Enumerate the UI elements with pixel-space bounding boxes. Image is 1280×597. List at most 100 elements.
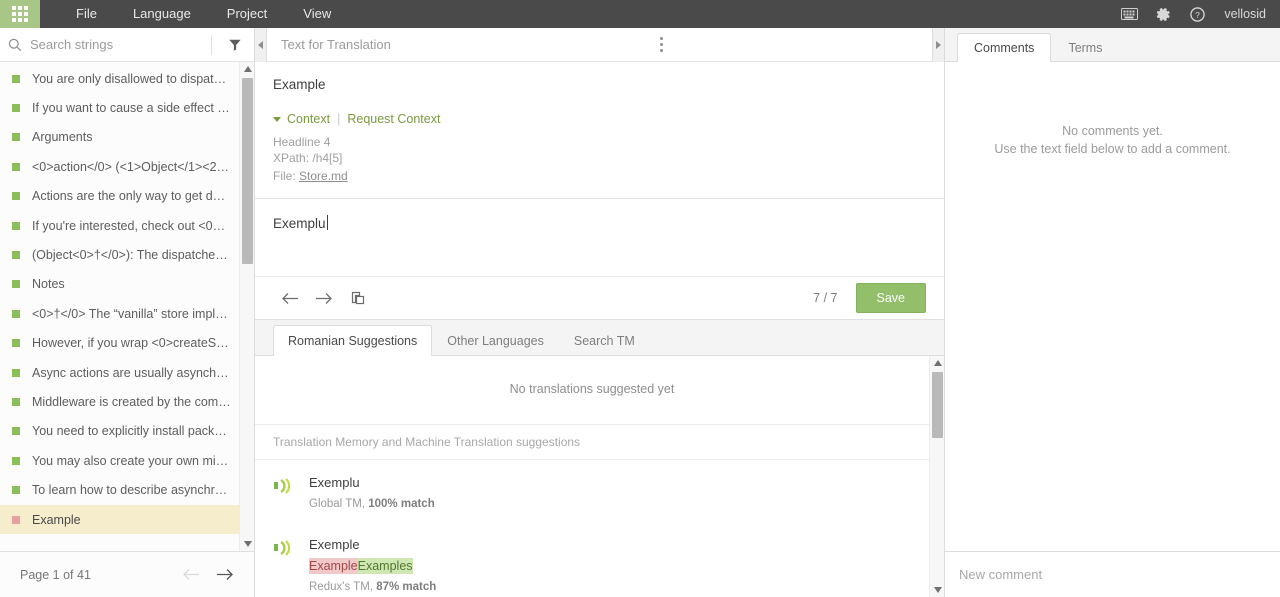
list-item-label: Actions are the only way to get data ...	[32, 189, 232, 204]
list-item-label: Notes	[32, 277, 65, 292]
status-dot-icon	[12, 280, 20, 289]
collapse-left-icon[interactable]	[255, 27, 267, 62]
filter-funnel-icon[interactable]	[216, 28, 254, 62]
comments-panel: Comments Terms No comments yet. Use the …	[945, 28, 1280, 597]
tm-match-label: 100% match	[368, 498, 435, 510]
tab-romanian-suggestions[interactable]: Romanian Suggestions	[273, 325, 433, 356]
tab-other-languages[interactable]: Other Languages	[432, 325, 559, 356]
prev-page-button[interactable]	[182, 568, 200, 581]
status-dot-icon	[12, 162, 20, 171]
gear-icon[interactable]	[1146, 0, 1180, 28]
list-item[interactable]: You need to explicitly install packag...	[0, 417, 254, 446]
no-suggestions-message: No translations suggested yet	[255, 356, 929, 425]
help-icon[interactable]: ?	[1180, 0, 1214, 28]
list-item-label: (Object<0>†</0>): The dispatched ac...	[32, 248, 232, 263]
app-body: You are only disallowed to dispatch i...…	[0, 27, 1280, 597]
list-item[interactable]: To learn how to describe asynchron...	[0, 475, 254, 504]
tab-comments[interactable]: Comments	[957, 33, 1052, 62]
search-input[interactable]	[30, 37, 207, 52]
page-label: Page 1 of 41	[20, 567, 91, 582]
tm-suggestion-item[interactable]: Exemplu Global TM, 100% match	[255, 460, 929, 522]
tab-terms[interactable]: Terms	[1051, 33, 1119, 62]
apps-grid-icon[interactable]	[0, 0, 40, 28]
collapse-right-icon[interactable]	[931, 27, 944, 62]
tab-search-tm[interactable]: Search TM	[559, 325, 650, 356]
list-item[interactable]: Arguments	[0, 123, 254, 152]
tm-suggestion-meta: Redux's TM, 87% match	[309, 581, 911, 593]
tm-suggestion-text: Exemple	[309, 537, 360, 552]
caret-down-icon[interactable]	[273, 116, 281, 122]
tm-diff-inserted: Examples	[357, 558, 413, 574]
context-file-row: File: Store.md	[273, 168, 926, 184]
menu-item-file[interactable]: File	[58, 0, 115, 28]
target-translation-area[interactable]: Exemplu	[255, 198, 944, 276]
list-item-label: Middleware is created by the comm...	[32, 394, 232, 409]
sidebar-scrollbar[interactable]	[239, 62, 254, 551]
scroll-up-icon[interactable]	[240, 62, 254, 76]
toolbar-divider	[211, 34, 212, 55]
scroll-down-icon[interactable]	[930, 583, 944, 597]
comments-empty-line2: Use the text field below to add a commen…	[994, 142, 1231, 156]
editor-toolbar: 7 / 7 Save	[255, 276, 944, 320]
status-dot-icon	[12, 251, 20, 260]
sidebar-scroll-thumb[interactable]	[242, 78, 253, 264]
translation-input[interactable]: Exemplu	[273, 216, 326, 231]
status-dot-icon	[12, 192, 20, 201]
list-item[interactable]: Middleware is created by the comm...	[0, 387, 254, 416]
copy-source-icon[interactable]	[341, 282, 375, 314]
page-title: Text for Translation	[281, 37, 391, 52]
strings-list-inner: You are only disallowed to dispatch i...…	[0, 62, 254, 535]
source-section: Example Context | Request Context Headli…	[255, 62, 944, 184]
list-item-label: <0>†</0> The “vanilla” store implem...	[32, 306, 232, 321]
list-item[interactable]: If you want to cause a side effect in r.…	[0, 93, 254, 122]
kebab-menu-icon[interactable]	[647, 28, 675, 62]
status-dot-icon	[12, 221, 20, 230]
tm-diff-deleted: Example	[309, 558, 358, 574]
next-string-button[interactable]	[307, 282, 341, 314]
username-label[interactable]: vellosid	[1224, 7, 1266, 21]
list-item[interactable]: Notes	[0, 270, 254, 299]
context-file-link[interactable]: Store.md	[299, 169, 348, 183]
list-item[interactable]: If you're interested, check out <0>Fl...	[0, 211, 254, 240]
list-item[interactable]: However, if you wrap <0>createStor...	[0, 329, 254, 358]
keyboard-icon[interactable]	[1112, 0, 1146, 28]
tm-wave-icon	[273, 474, 309, 510]
suggestions-scroll-thumb[interactable]	[932, 372, 943, 438]
scroll-up-icon[interactable]	[930, 356, 944, 370]
scroll-down-icon[interactable]	[240, 537, 254, 551]
list-item[interactable]: You are only disallowed to dispatch i...	[0, 64, 254, 93]
menu-item-language[interactable]: Language	[115, 0, 209, 28]
strings-list[interactable]: You are only disallowed to dispatch i...…	[0, 62, 254, 551]
list-item[interactable]: <0>†</0> The “vanilla” store implem...	[0, 299, 254, 328]
tm-section-header: Translation Memory and Machine Translati…	[255, 425, 929, 460]
main-menu: File Language Project View	[58, 0, 349, 28]
new-comment-input[interactable]	[959, 567, 1266, 582]
status-dot-icon	[12, 397, 20, 406]
list-item[interactable]: <0>action</0> (<1>Object</1><2>†<...	[0, 152, 254, 181]
pagination-arrows	[182, 568, 234, 581]
list-item[interactable]: Async actions are usually asynchron...	[0, 358, 254, 387]
context-metadata: Headline 4 XPath: /h4[5] File: Store.md	[273, 134, 926, 184]
tm-wave-icon	[273, 536, 309, 593]
request-context-link[interactable]: Request Context	[347, 112, 440, 126]
list-item-label: You are only disallowed to dispatch i...	[32, 71, 232, 86]
context-toggle-link[interactable]: Context	[287, 112, 330, 126]
list-item-label: <0>action</0> (<1>Object</1><2>†<...	[32, 159, 232, 174]
menu-item-project[interactable]: Project	[209, 0, 285, 28]
tm-suggestion-item[interactable]: Exemple ExampleExamples Redux's TM, 87% …	[255, 522, 929, 597]
text-cursor	[326, 215, 328, 230]
next-page-button[interactable]	[216, 568, 234, 581]
suggestions-scrollbar[interactable]	[929, 356, 944, 597]
tm-suggestion-meta: Global TM, 100% match	[309, 498, 911, 510]
list-item[interactable]: Actions are the only way to get data ...	[0, 182, 254, 211]
list-item[interactable]: You may also create your own middl...	[0, 446, 254, 475]
search-icon	[0, 38, 30, 52]
context-separator: |	[337, 112, 341, 126]
list-item[interactable]: (Object<0>†</0>): The dispatched ac...	[0, 240, 254, 269]
prev-string-button[interactable]	[273, 282, 307, 314]
menu-item-view[interactable]: View	[285, 0, 349, 28]
tm-source-label: Global TM,	[309, 498, 366, 510]
save-button[interactable]: Save	[855, 283, 926, 313]
pagination-bar: Page 1 of 41	[0, 551, 254, 597]
list-item-selected[interactable]: Example	[0, 504, 254, 535]
